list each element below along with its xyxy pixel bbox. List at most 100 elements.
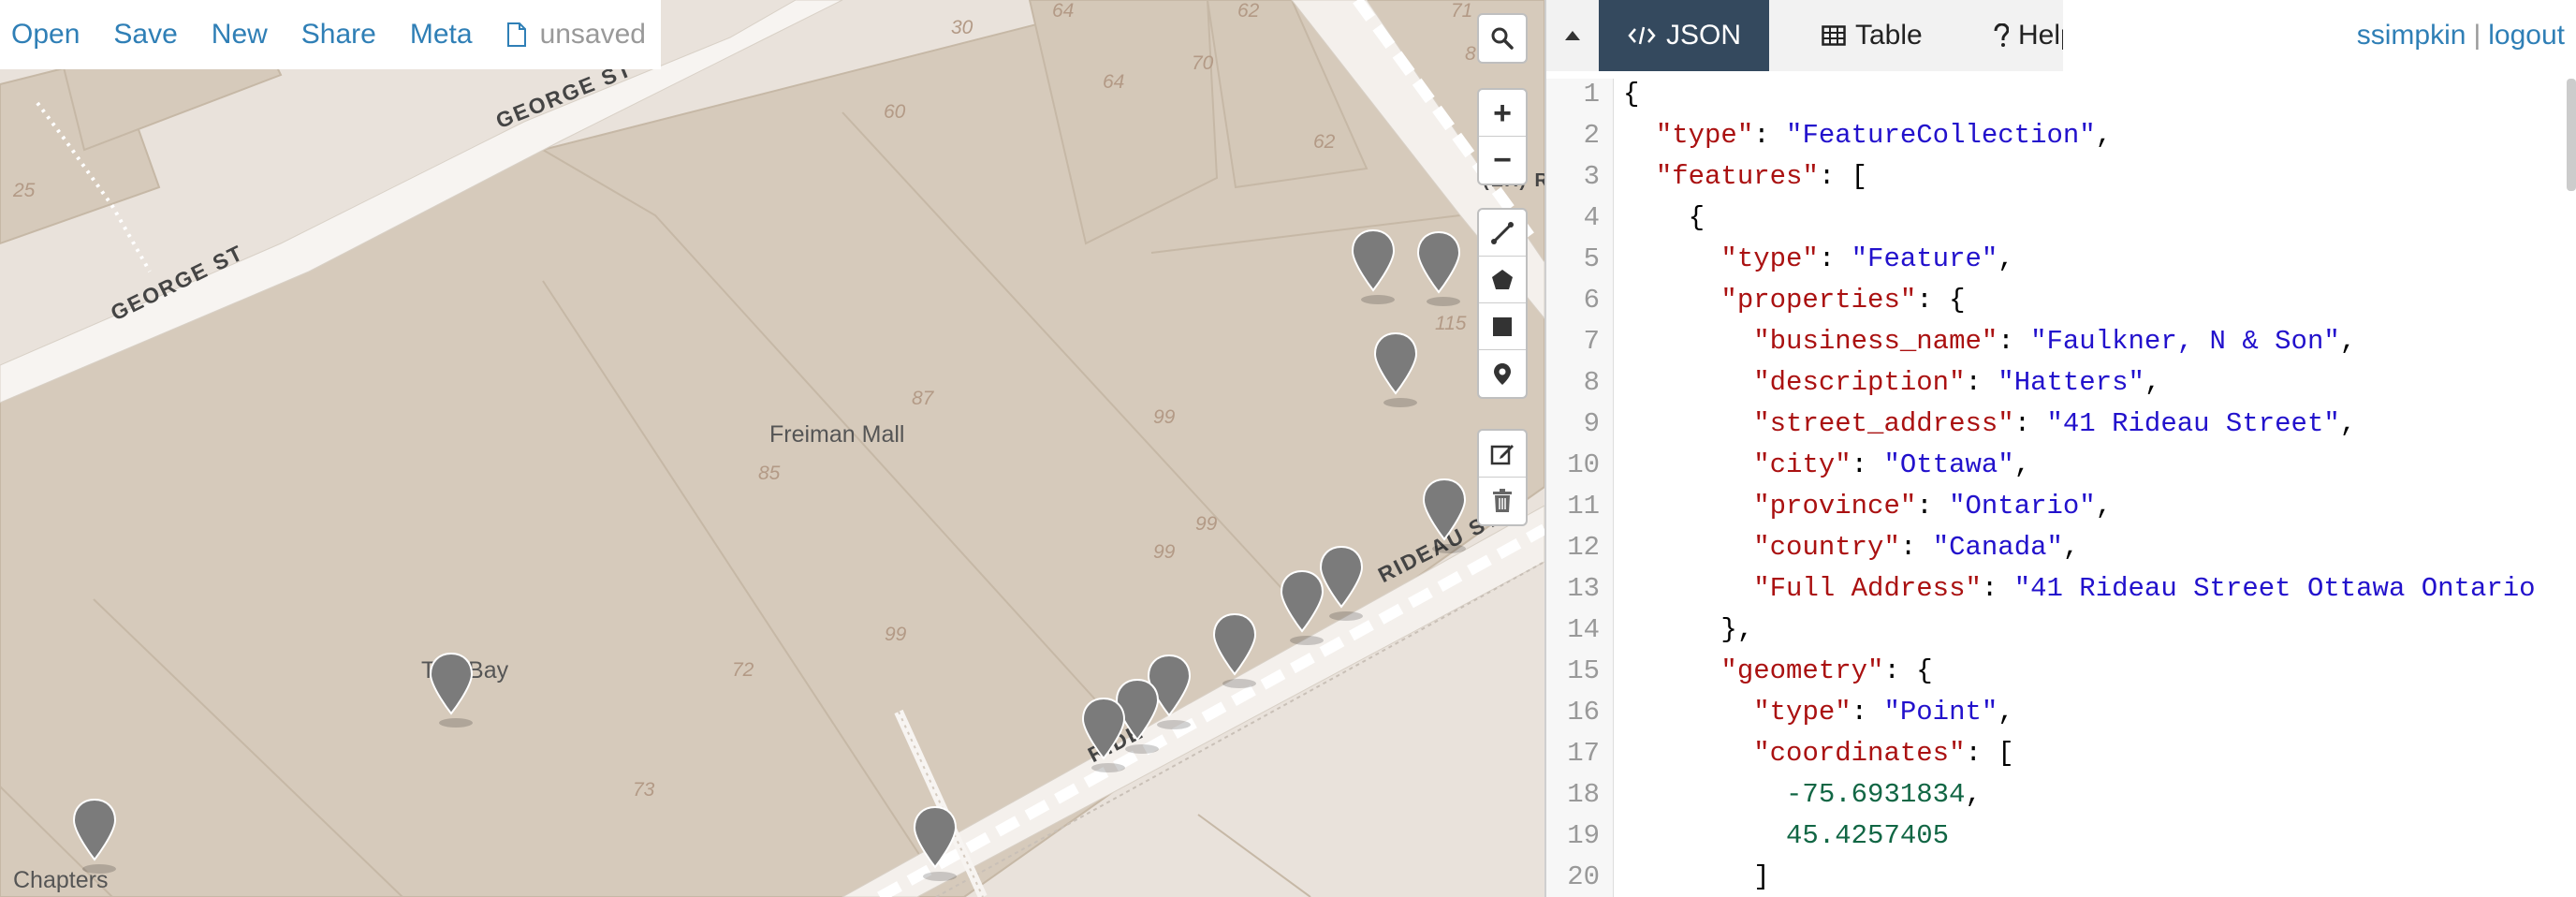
code-line: "Full Address": "41 Rideau Street Ottawa… <box>1753 573 2536 604</box>
code-line: "country": "Canada", <box>1753 532 2080 563</box>
building-number: 71 <box>1451 0 1473 22</box>
poi-label-freiman-mall: Freiman Mall <box>769 421 905 448</box>
building-number: 25 <box>13 180 36 201</box>
code-line: }, <box>1623 614 1754 645</box>
draw-polygon-button[interactable] <box>1479 257 1526 303</box>
line-number: 16 <box>1567 697 1600 728</box>
edit-layers-button[interactable] <box>1479 431 1526 478</box>
map-canvas[interactable]: 30 64 62 71 8 64 70 62 60 25 115 87 99 8… <box>0 0 1544 897</box>
line-number: 1 <box>1583 79 1600 110</box>
line-number: 9 <box>1583 408 1600 439</box>
building-number: 62 <box>1237 0 1260 22</box>
table-icon <box>1822 25 1846 46</box>
draw-rectangle-icon <box>1493 316 1512 336</box>
building-number: 85 <box>758 463 781 484</box>
code-icon <box>1628 26 1656 45</box>
new-menu-item[interactable]: New <box>212 19 268 51</box>
code-line: "street_address": "41 Rideau Street", <box>1753 408 2357 439</box>
map-marker-icon[interactable] <box>912 805 959 884</box>
line-number: 5 <box>1583 243 1600 274</box>
line-number: 13 <box>1567 573 1600 604</box>
draw-marker-icon <box>1494 363 1511 385</box>
code-line: { <box>1623 79 1640 110</box>
line-number: 8 <box>1583 367 1600 398</box>
code-line: "province": "Ontario", <box>1753 491 2113 522</box>
geocoder-control <box>1477 13 1528 64</box>
file-menu-bar: Open Save New Share Meta unsaved <box>0 0 661 69</box>
building-number: 30 <box>951 17 973 38</box>
draw-rectangle-button[interactable] <box>1479 303 1526 350</box>
building-number: 87 <box>912 388 934 409</box>
code-line: "business_name": "Faulkner, N & Son", <box>1753 326 2357 357</box>
draw-marker-button[interactable] <box>1479 350 1526 397</box>
map-marker-icon[interactable] <box>1211 612 1258 691</box>
edit-toolbar <box>1477 429 1528 526</box>
caret-up-icon <box>1565 31 1580 40</box>
map-marker-icon[interactable] <box>428 652 475 730</box>
app-window: 30 64 62 71 8 64 70 62 60 25 115 87 99 8… <box>0 0 2576 897</box>
map-marker-icon[interactable] <box>1415 230 1462 309</box>
map-marker-icon[interactable] <box>1279 569 1325 648</box>
open-menu-item[interactable]: Open <box>11 19 80 51</box>
search-button[interactable] <box>1479 15 1526 62</box>
line-number: 18 <box>1567 779 1600 810</box>
line-number: 14 <box>1567 614 1600 645</box>
building-number: 99 <box>1153 541 1176 563</box>
draw-line-button[interactable] <box>1479 210 1526 257</box>
code-line: -75.6931834, <box>1786 779 1982 810</box>
line-number: 7 <box>1583 326 1600 357</box>
side-panel: JSON Table Help ssimpkin | logout 123456… <box>1544 0 2576 897</box>
building-number: 72 <box>732 659 754 681</box>
line-number: 3 <box>1583 161 1600 192</box>
map-marker-icon[interactable] <box>1350 228 1397 307</box>
logout-link[interactable]: logout <box>2488 20 2565 51</box>
line-number: 17 <box>1567 738 1600 769</box>
code-line: "properties": { <box>1720 285 1966 316</box>
code-line: "description": "Hatters", <box>1753 367 2161 398</box>
code-line: ] <box>1623 861 1770 892</box>
collapse-panel-button[interactable] <box>1546 0 1599 71</box>
building-number: 115 <box>1435 313 1467 334</box>
line-number: 4 <box>1583 202 1600 233</box>
line-number: 2 <box>1583 120 1600 151</box>
username-link[interactable]: ssimpkin <box>2357 20 2466 51</box>
file-icon <box>506 22 526 47</box>
zoom-control: + − <box>1477 88 1528 185</box>
building-number: 62 <box>1313 131 1336 153</box>
building-number: 99 <box>1195 513 1218 535</box>
building-number: 99 <box>1153 406 1176 428</box>
user-separator: | <box>2473 20 2481 51</box>
delete-layers-button[interactable] <box>1479 478 1526 524</box>
tab-table[interactable]: Table <box>1793 0 1951 71</box>
save-menu-item[interactable]: Save <box>113 19 177 51</box>
zoom-out-button[interactable]: − <box>1479 137 1526 184</box>
plus-icon: + <box>1493 95 1512 131</box>
code-line: "type": "Feature", <box>1720 243 2014 274</box>
map-marker-icon[interactable] <box>1421 478 1468 556</box>
code-line: "type": "Point", <box>1753 697 2014 728</box>
meta-menu-item[interactable]: Meta <box>410 19 473 51</box>
json-code-editor[interactable]: 1 2 3 4 5 6 7 8 9 10 11 12 13 14 15 16 17 18 19 20 { "type"… <box>1546 79 2576 897</box>
code-line: "features": [ <box>1655 161 1868 192</box>
line-number: 11 <box>1567 491 1600 522</box>
line-number: 12 <box>1567 532 1600 563</box>
line-number: 6 <box>1583 285 1600 316</box>
share-menu-item[interactable]: Share <box>301 19 376 51</box>
panel-header: JSON Table Help ssimpkin | logout <box>1546 0 2576 71</box>
line-number: 19 <box>1567 820 1600 851</box>
code-line: "type": "FeatureCollection", <box>1655 120 2113 151</box>
editor-scrollbar[interactable] <box>2567 79 2576 191</box>
code-line: "city": "Ottawa", <box>1753 449 2031 480</box>
building-number: 64 <box>1103 71 1125 93</box>
map-marker-icon[interactable] <box>1080 697 1127 775</box>
file-status: unsaved <box>506 19 646 51</box>
tab-json-label: JSON <box>1666 20 1742 51</box>
zoom-in-button[interactable]: + <box>1479 90 1526 137</box>
map-marker-icon[interactable] <box>71 798 118 876</box>
building-number: 8 <box>1465 43 1476 65</box>
line-number-gutter: 1 2 3 4 5 6 7 8 9 10 11 12 13 14 15 16 17 18 19 20 <box>1546 79 1614 897</box>
tab-json[interactable]: JSON <box>1599 0 1770 71</box>
map-marker-icon[interactable] <box>1372 331 1419 410</box>
code-line: 45.4257405 <box>1786 820 1950 851</box>
draw-line-icon <box>1491 221 1514 244</box>
